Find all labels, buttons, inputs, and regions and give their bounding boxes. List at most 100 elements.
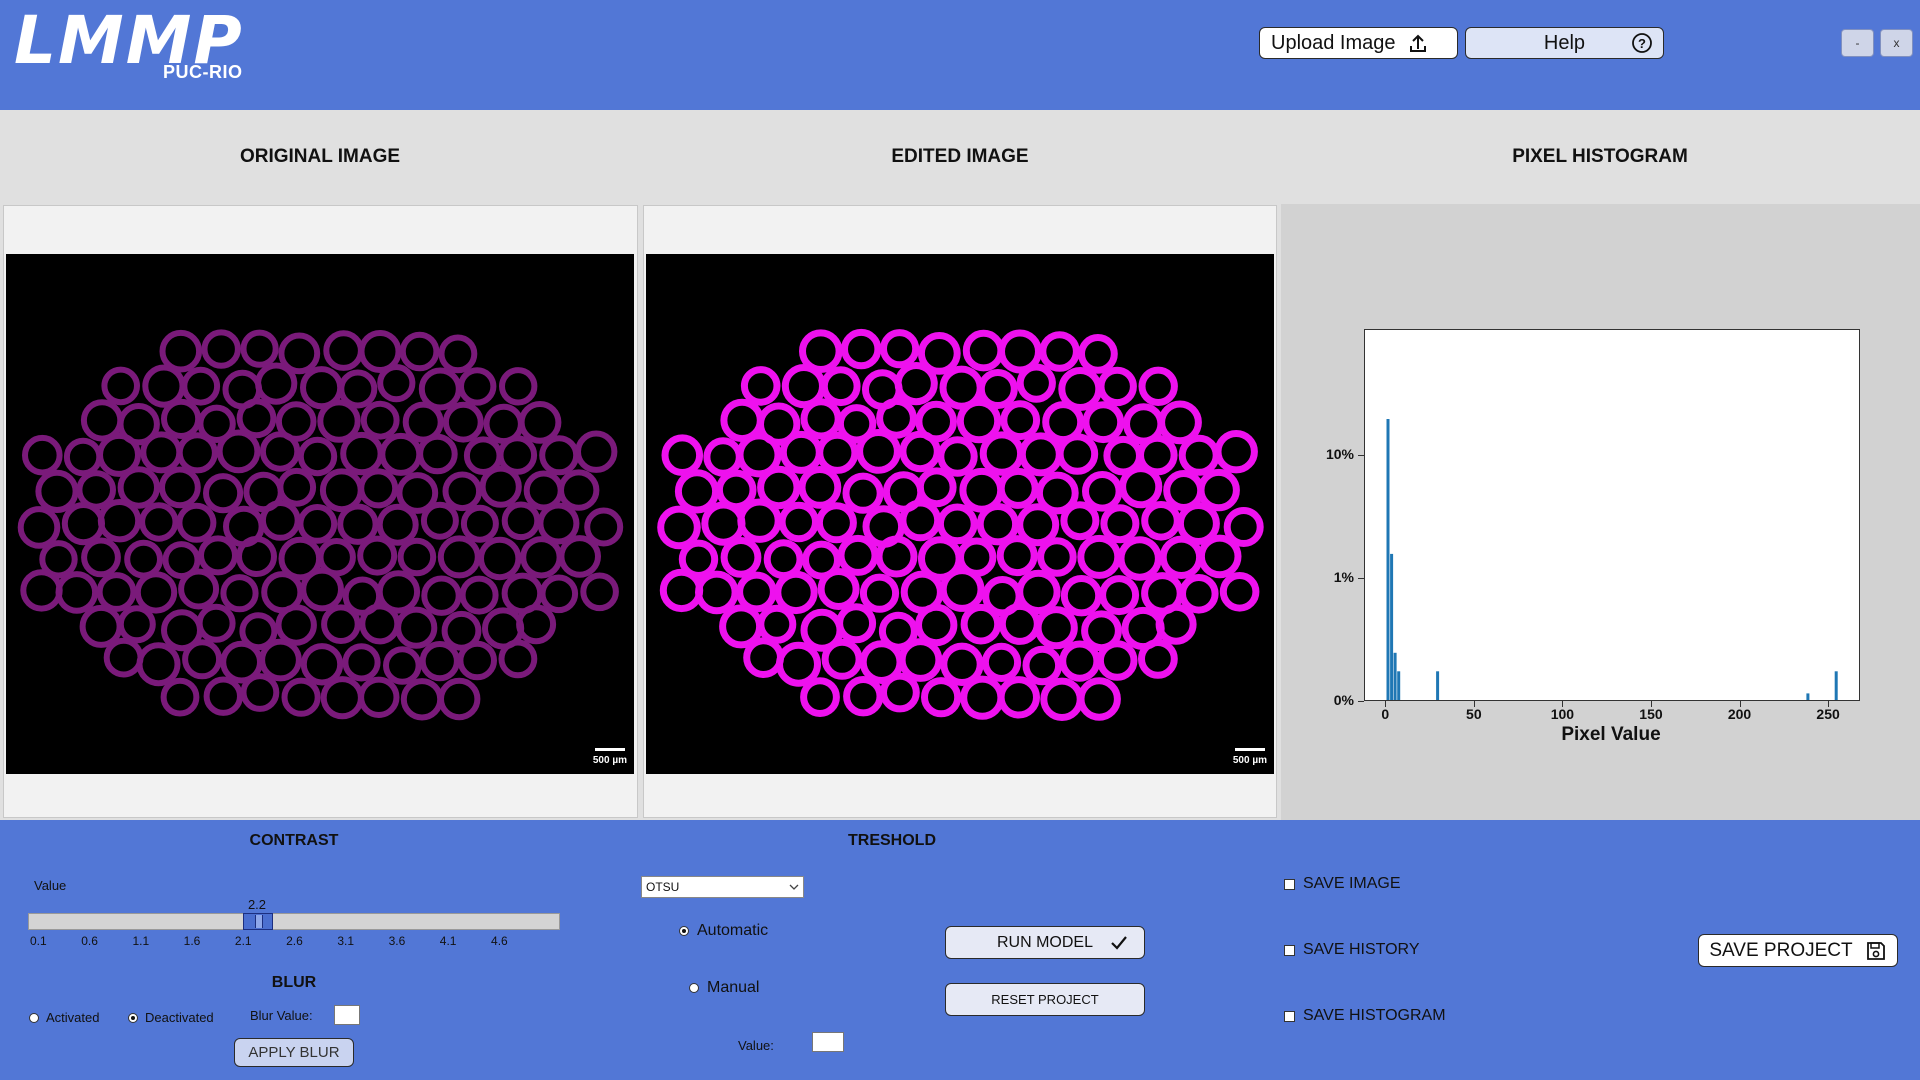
cell-ring — [442, 401, 484, 443]
cell-ring — [558, 469, 600, 511]
cell-ring — [817, 568, 860, 610]
contrast-slider-track[interactable] — [28, 913, 560, 930]
contrast-title: CONTRAST — [249, 832, 339, 849]
close-button[interactable]: x — [1880, 29, 1913, 57]
cell-ring — [1078, 334, 1118, 374]
cell-ring — [523, 470, 564, 511]
cell-ring — [397, 537, 437, 577]
histogram-y-tick-label: 1% — [1333, 569, 1354, 585]
save-image-option[interactable]: SAVE IMAGE — [1284, 875, 1401, 893]
histogram-y-tick-label: 0% — [1333, 692, 1354, 708]
cell-ring — [894, 362, 938, 406]
cell-ring — [1034, 606, 1078, 650]
help-button[interactable]: Help ? — [1465, 27, 1664, 59]
histogram-x-label: Pixel Value — [1561, 724, 1661, 745]
cell-ring — [921, 677, 962, 718]
cell-ring — [417, 433, 458, 475]
save-history-option[interactable]: SAVE HISTORY — [1284, 941, 1419, 959]
threshold-automatic-radio[interactable] — [679, 926, 689, 936]
cell-ring — [1158, 400, 1202, 445]
cell-ring — [76, 470, 116, 510]
histogram-x-tick-label: 100 — [1550, 706, 1575, 722]
histogram-bar — [1397, 671, 1401, 700]
cell-ring — [498, 639, 538, 679]
cell-ring — [1117, 536, 1162, 581]
threshold-manual-radio[interactable] — [689, 983, 699, 993]
save-history-checkbox[interactable] — [1284, 944, 1295, 956]
cell-ring — [1141, 500, 1181, 541]
cell-ring — [737, 498, 782, 543]
save-image-label: SAVE IMAGE — [1303, 875, 1401, 892]
contrast-current-value: 2.2 — [247, 897, 267, 912]
cell-ring — [960, 675, 1005, 720]
save-histogram-checkbox[interactable] — [1284, 1010, 1295, 1022]
cell-ring — [442, 471, 483, 512]
save-icon — [1866, 941, 1885, 960]
run-model-button[interactable]: RUN MODEL — [945, 926, 1145, 959]
cell-ring — [516, 604, 557, 645]
blur-deactivated-option[interactable]: Deactivated — [128, 1010, 214, 1025]
cell-ring — [1018, 432, 1063, 477]
reset-project-button[interactable]: RESET PROJECT — [945, 983, 1145, 1016]
threshold-method-select[interactable]: OTSU — [641, 876, 804, 898]
cell-ring — [842, 472, 884, 514]
cell-ring — [701, 501, 746, 546]
apply-blur-button[interactable]: APPLY BLUR — [234, 1038, 354, 1067]
cell-ring — [898, 638, 943, 682]
threshold-title: TRESHOLD — [848, 832, 936, 849]
cell-ring — [1197, 468, 1240, 512]
cell-ring — [1138, 366, 1178, 407]
blur-deactivated-radio[interactable] — [128, 1012, 138, 1023]
cell-ring — [1100, 504, 1140, 544]
contrast-slider-thumb[interactable] — [243, 913, 274, 930]
edited-image-title: EDITED IMAGE — [891, 146, 1029, 167]
blur-activated-option[interactable]: Activated — [29, 1010, 99, 1025]
cell-ring — [124, 539, 164, 579]
cell-ring — [357, 535, 398, 576]
cell-ring — [695, 570, 739, 615]
blur-activated-radio[interactable] — [29, 1012, 39, 1023]
cell-ring — [499, 367, 538, 406]
cell-ring — [297, 504, 338, 544]
cell-ring — [1178, 434, 1220, 476]
cell-ring — [178, 568, 220, 610]
cell-ring — [161, 398, 202, 439]
cell-ring — [337, 503, 379, 545]
cell-ring — [142, 364, 186, 408]
cell-ring — [399, 331, 440, 372]
cell-ring — [996, 535, 1038, 577]
cell-ring — [459, 575, 499, 615]
threshold-value-input[interactable] — [812, 1032, 844, 1052]
save-image-checkbox[interactable] — [1284, 878, 1295, 890]
threshold-manual-option[interactable]: Manual — [689, 979, 759, 997]
cell-ring — [584, 507, 624, 547]
cell-ring — [418, 367, 462, 411]
edited-scale-label: 500 µm — [1232, 755, 1267, 766]
upload-icon — [1409, 34, 1426, 52]
save-project-button[interactable]: SAVE PROJECT — [1698, 934, 1898, 967]
cell-ring — [736, 571, 777, 613]
cell-ring — [558, 535, 602, 578]
save-histogram-option[interactable]: SAVE HISTOGRAM — [1284, 1007, 1446, 1025]
blur-value-input[interactable] — [334, 1005, 360, 1025]
cell-ring — [875, 535, 918, 578]
cell-ring — [880, 329, 920, 369]
cell-ring — [657, 505, 701, 550]
cell-ring — [821, 638, 863, 680]
help-label: Help — [1543, 31, 1586, 54]
cell-ring — [275, 604, 317, 646]
upload-image-button[interactable]: Upload Image — [1259, 27, 1458, 59]
threshold-value-label: Value: — [738, 1038, 774, 1053]
cell-ring — [575, 430, 618, 473]
cell-ring — [198, 535, 238, 576]
cell-ring — [176, 502, 217, 543]
upload-image-label: Upload Image — [1271, 31, 1396, 54]
minimize-button[interactable]: - — [1841, 29, 1874, 57]
original-image-title: ORIGINAL IMAGE — [239, 146, 401, 167]
histogram-y-tick-label: 10% — [1325, 446, 1354, 462]
threshold-automatic-option[interactable]: Automatic — [679, 922, 768, 940]
cell-ring — [201, 329, 241, 369]
cell-ring — [159, 329, 203, 373]
cell-ring — [421, 575, 462, 616]
blur-title: BLUR — [271, 974, 317, 991]
